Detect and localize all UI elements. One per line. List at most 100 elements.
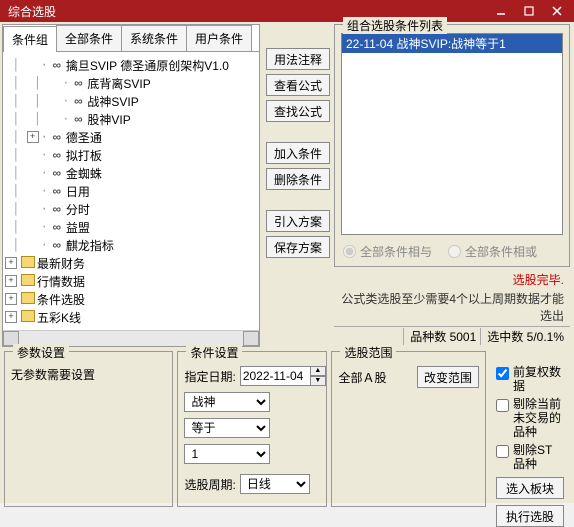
link-icon: ∞	[50, 202, 64, 216]
select-into-board-button[interactable]: 选入板块	[496, 477, 564, 499]
tree-item[interactable]: │ +·∞德圣通	[5, 128, 257, 146]
link-icon: ∞	[50, 130, 64, 144]
tree-item[interactable]: │ ·∞金蜘蛛	[5, 164, 257, 182]
forward-adjust-checkbox[interactable]	[496, 367, 509, 380]
folder-icon	[21, 256, 35, 271]
tree-item[interactable]: │ ·∞拟打板	[5, 146, 257, 164]
save-plan-button[interactable]: 保存方案	[266, 236, 330, 258]
condition-tree[interactable]: │ ·∞擒旦SVIP 德圣通原创架构V1.0 │ │ ·∞底背离SVIP │ │…	[3, 52, 259, 330]
import-plan-button[interactable]: 引入方案	[266, 210, 330, 232]
period-select[interactable]: 日线	[240, 474, 310, 494]
field-select[interactable]: 战神	[184, 392, 270, 412]
add-condition-button[interactable]: 加入条件	[266, 142, 330, 164]
tree-label: 条件选股	[37, 291, 85, 308]
link-icon: ∞	[50, 58, 64, 72]
view-formula-button[interactable]: 查看公式	[266, 74, 330, 96]
action-button-column: 用法注释 查看公式 查找公式 加入条件 删除条件 引入方案 保存方案	[262, 22, 334, 349]
date-label: 指定日期:	[184, 368, 235, 385]
tree-label: 战神SVIP	[87, 93, 138, 110]
tab-group[interactable]: 条件组	[3, 26, 57, 52]
exclude-st-checkbox[interactable]	[496, 445, 509, 458]
tree-label: 底背离SVIP	[87, 75, 150, 92]
usage-button[interactable]: 用法注释	[266, 48, 330, 70]
link-icon: ∞	[50, 238, 64, 252]
exclude-nontrade-checkbox[interactable]	[496, 399, 509, 412]
tab-all[interactable]: 全部条件	[56, 25, 122, 51]
spin-down[interactable]: ▼	[310, 376, 326, 386]
titlebar: 综合选股	[0, 0, 574, 22]
spin-up[interactable]: ▲	[310, 366, 326, 376]
tree-label: 日用	[66, 183, 90, 200]
scroll-right-button[interactable]	[243, 331, 259, 346]
close-button[interactable]	[544, 2, 570, 20]
tree-label: 擒旦SVIP 德圣通原创架构V1.0	[66, 57, 229, 74]
tree-label: 行情数据	[37, 273, 85, 290]
tree-item[interactable]: │ ·∞分时	[5, 200, 257, 218]
tree-item[interactable]: │ │ ·∞底背离SVIP	[5, 74, 257, 92]
period-label: 选股周期:	[184, 476, 235, 493]
condition-listbox[interactable]: 22-11-04 战神SVIP:战神等于1	[341, 33, 563, 235]
tree-item[interactable]: + 五彩K线	[5, 308, 257, 326]
tree-item[interactable]: + 最新财务	[5, 254, 257, 272]
expand-toggle[interactable]: +	[5, 257, 17, 269]
tree-item[interactable]: + 条件选股	[5, 290, 257, 308]
op-select[interactable]: 等于	[184, 418, 270, 438]
link-icon: ∞	[50, 184, 64, 198]
tree-label: 五彩K线	[37, 309, 81, 326]
condition-fieldset: 条件设置 指定日期: ▲▼ 战神 等于 1 选股周期: 日线	[177, 351, 327, 507]
delete-condition-button[interactable]: 删除条件	[266, 168, 330, 190]
link-icon: ∞	[50, 220, 64, 234]
expand-toggle[interactable]: +	[5, 311, 17, 323]
folder-icon	[21, 274, 35, 289]
link-icon: ∞	[71, 76, 85, 90]
tree-item[interactable]: │ │ ·∞战神SVIP	[5, 92, 257, 110]
status-note: 公式类选股至少需要4个以上周期数据才能选出	[334, 290, 570, 326]
tree-label: 拟打板	[66, 147, 102, 164]
radio-and[interactable]: 全部条件相与	[343, 243, 432, 260]
find-formula-button[interactable]: 查找公式	[266, 100, 330, 122]
tree-label: 最新财务	[37, 255, 85, 272]
link-icon: ∞	[71, 112, 85, 126]
tree-label: 德圣通	[66, 129, 102, 146]
tree-label: 金蜘蛛	[66, 165, 102, 182]
date-input[interactable]	[240, 366, 310, 386]
status-done: 选股完毕.	[334, 271, 570, 290]
tab-system[interactable]: 系统条件	[121, 25, 187, 51]
change-scope-button[interactable]: 改变范围	[417, 366, 479, 388]
link-icon: ∞	[71, 94, 85, 108]
tree-label: 分时	[66, 201, 90, 218]
combo-condition-list-group: 组合选股条件列表 22-11-04 战神SVIP:战神等于1 全部条件相与 全部…	[334, 24, 570, 267]
value-select[interactable]: 1	[184, 444, 270, 464]
expand-toggle[interactable]: +	[5, 275, 17, 287]
params-empty-text: 无参数需要设置	[11, 366, 166, 383]
execute-button[interactable]: 执行选股	[496, 505, 564, 527]
tree-item[interactable]: │ ·∞擒旦SVIP 德圣通原创架构V1.0	[5, 56, 257, 74]
expand-toggle[interactable]: +	[5, 293, 17, 305]
tree-item[interactable]: + 行情数据	[5, 272, 257, 290]
minimize-button[interactable]	[488, 2, 514, 20]
folder-icon	[21, 292, 35, 307]
link-icon: ∞	[50, 166, 64, 180]
folder-icon	[21, 310, 35, 325]
tab-user[interactable]: 用户条件	[186, 25, 252, 51]
tree-label: 麒龙指标	[66, 237, 114, 254]
combo-legend: 组合选股条件列表	[343, 17, 447, 34]
count-bar: 品种数 5001 选中数 5/0.1%	[334, 326, 570, 346]
maximize-button[interactable]	[516, 2, 542, 20]
expand-toggle[interactable]: +	[27, 131, 39, 143]
tab-bar: 条件组 全部条件 系统条件 用户条件	[3, 25, 259, 52]
radio-or[interactable]: 全部条件相或	[448, 243, 537, 260]
tree-item[interactable]: │ ·∞麒龙指标	[5, 236, 257, 254]
tree-item[interactable]: │ │ ·∞股神VIP	[5, 110, 257, 128]
params-fieldset: 参数设置 无参数需要设置	[4, 351, 173, 507]
tree-item[interactable]: │ ·∞日用	[5, 182, 257, 200]
scope-label: 全部Ａ股	[338, 369, 413, 386]
window-title: 综合选股	[8, 3, 56, 20]
tree-label: 益盟	[66, 219, 90, 236]
tree-item[interactable]: │ ·∞益盟	[5, 218, 257, 236]
options-column: 前复权数据 剔除当前未交易的品种 剔除ST品种 选入板块 执行选股	[490, 351, 570, 507]
tree-label: 股神VIP	[87, 111, 130, 128]
tree-panel: 条件组 全部条件 系统条件 用户条件 │ ·∞擒旦SVIP 德圣通原创架构V1.…	[2, 24, 260, 347]
list-item[interactable]: 22-11-04 战神SVIP:战神等于1	[342, 34, 562, 53]
scope-fieldset: 选股范围 全部Ａ股 改变范围	[331, 351, 486, 507]
